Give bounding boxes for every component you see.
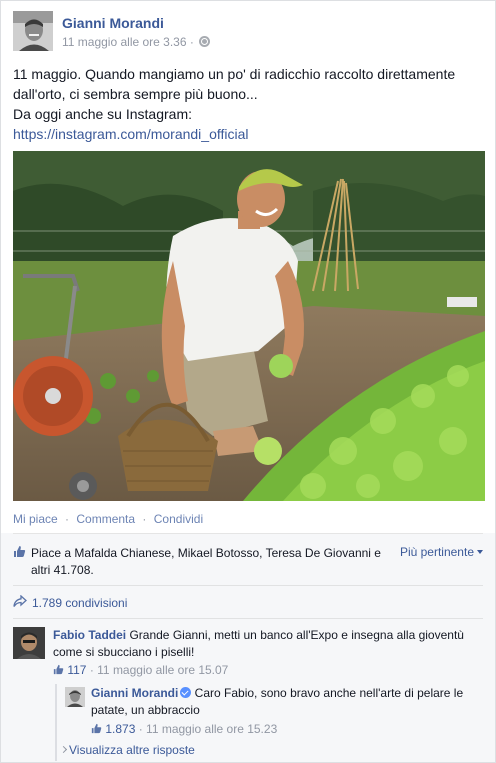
comment-time[interactable]: · 11 maggio alle ore 15.07 bbox=[86, 663, 229, 677]
post-text-line: 11 maggio. Quando mangiamo un po' di rad… bbox=[13, 66, 456, 82]
action-separator: · bbox=[65, 512, 70, 526]
post-photo[interactable] bbox=[13, 151, 485, 501]
commenter-avatar[interactable] bbox=[13, 627, 45, 659]
view-more-replies-label: Visualizza altre risposte bbox=[69, 743, 195, 757]
reply-like-count[interactable]: 1.873 bbox=[105, 722, 135, 736]
comment-author[interactable]: Fabio Taddei bbox=[53, 628, 126, 642]
author-name[interactable]: Gianni Morandi bbox=[62, 15, 164, 31]
comment-body: Fabio Taddei Grande Gianni, metti un ban… bbox=[53, 627, 483, 661]
post-card: Gianni Morandi 11 maggio alle ore 3.36 ·… bbox=[0, 0, 496, 763]
author-avatar[interactable] bbox=[13, 11, 53, 51]
instagram-link[interactable]: https://instagram.com/morandi_official bbox=[13, 124, 485, 144]
thumbs-up-icon bbox=[53, 663, 64, 677]
shares-summary: 1.789 condivisioni bbox=[13, 585, 483, 616]
comment-action[interactable]: Commenta bbox=[76, 512, 135, 526]
reply-meta: 1.873 · 11 maggio alle ore 15.23 bbox=[91, 722, 277, 736]
verified-badge-icon bbox=[180, 687, 192, 698]
thumbs-up-icon bbox=[91, 722, 102, 736]
post-header: Gianni Morandi 11 maggio alle ore 3.36 · bbox=[13, 11, 483, 55]
share-arrow-icon bbox=[13, 594, 27, 611]
likes-text[interactable]: Piace a Mafalda Chianese, Mikael Botosso… bbox=[31, 545, 381, 579]
shares-count[interactable]: 1.789 condivisioni bbox=[32, 596, 127, 610]
post-text-line: Da oggi anche su Instagram: bbox=[13, 106, 192, 122]
post-timestamp[interactable]: 11 maggio alle ore 3.36 · bbox=[62, 35, 197, 49]
post-text: 11 maggio. Quando mangiamo un po' di rad… bbox=[13, 64, 485, 144]
sort-label: Più pertinente bbox=[399, 545, 474, 559]
action-separator: · bbox=[142, 512, 147, 526]
comment-meta: 117 · 11 maggio alle ore 15.07 bbox=[53, 663, 228, 677]
reply-body: Gianni Morandi Caro Fabio, sono bravo an… bbox=[91, 685, 481, 719]
likes-summary: Piace a Mafalda Chianese, Mikael Botosso… bbox=[13, 533, 483, 583]
like-action[interactable]: Mi piace bbox=[13, 512, 58, 526]
post-meta: 11 maggio alle ore 3.36 · bbox=[62, 35, 211, 49]
chevron-down-icon bbox=[477, 550, 483, 554]
comment-reply: Gianni Morandi Caro Fabio, sono bravo an… bbox=[55, 684, 483, 740]
sort-dropdown[interactable]: Più pertinente bbox=[400, 545, 483, 559]
reply-author[interactable]: Gianni Morandi bbox=[91, 686, 178, 700]
comment-like-count[interactable]: 117 bbox=[67, 663, 86, 677]
reply-time[interactable]: · 11 maggio alle ore 15.23 bbox=[135, 722, 278, 736]
view-more-replies[interactable]: Visualizza altre risposte bbox=[55, 739, 483, 761]
comment: Fabio Taddei Grande Gianni, metti un ban… bbox=[13, 618, 483, 688]
globe-icon[interactable] bbox=[199, 36, 211, 47]
thumbs-up-icon bbox=[13, 545, 26, 561]
feedback-section: Piace a Mafalda Chianese, Mikael Botosso… bbox=[1, 533, 495, 762]
post-actions: Mi piace · Commenta · Condividi bbox=[13, 512, 203, 526]
share-action[interactable]: Condividi bbox=[154, 512, 203, 526]
post-text-line: dall'orto, ci sembra sempre più buono... bbox=[13, 86, 258, 102]
reply-arrow-icon bbox=[59, 745, 68, 754]
reply-avatar[interactable] bbox=[65, 687, 85, 707]
